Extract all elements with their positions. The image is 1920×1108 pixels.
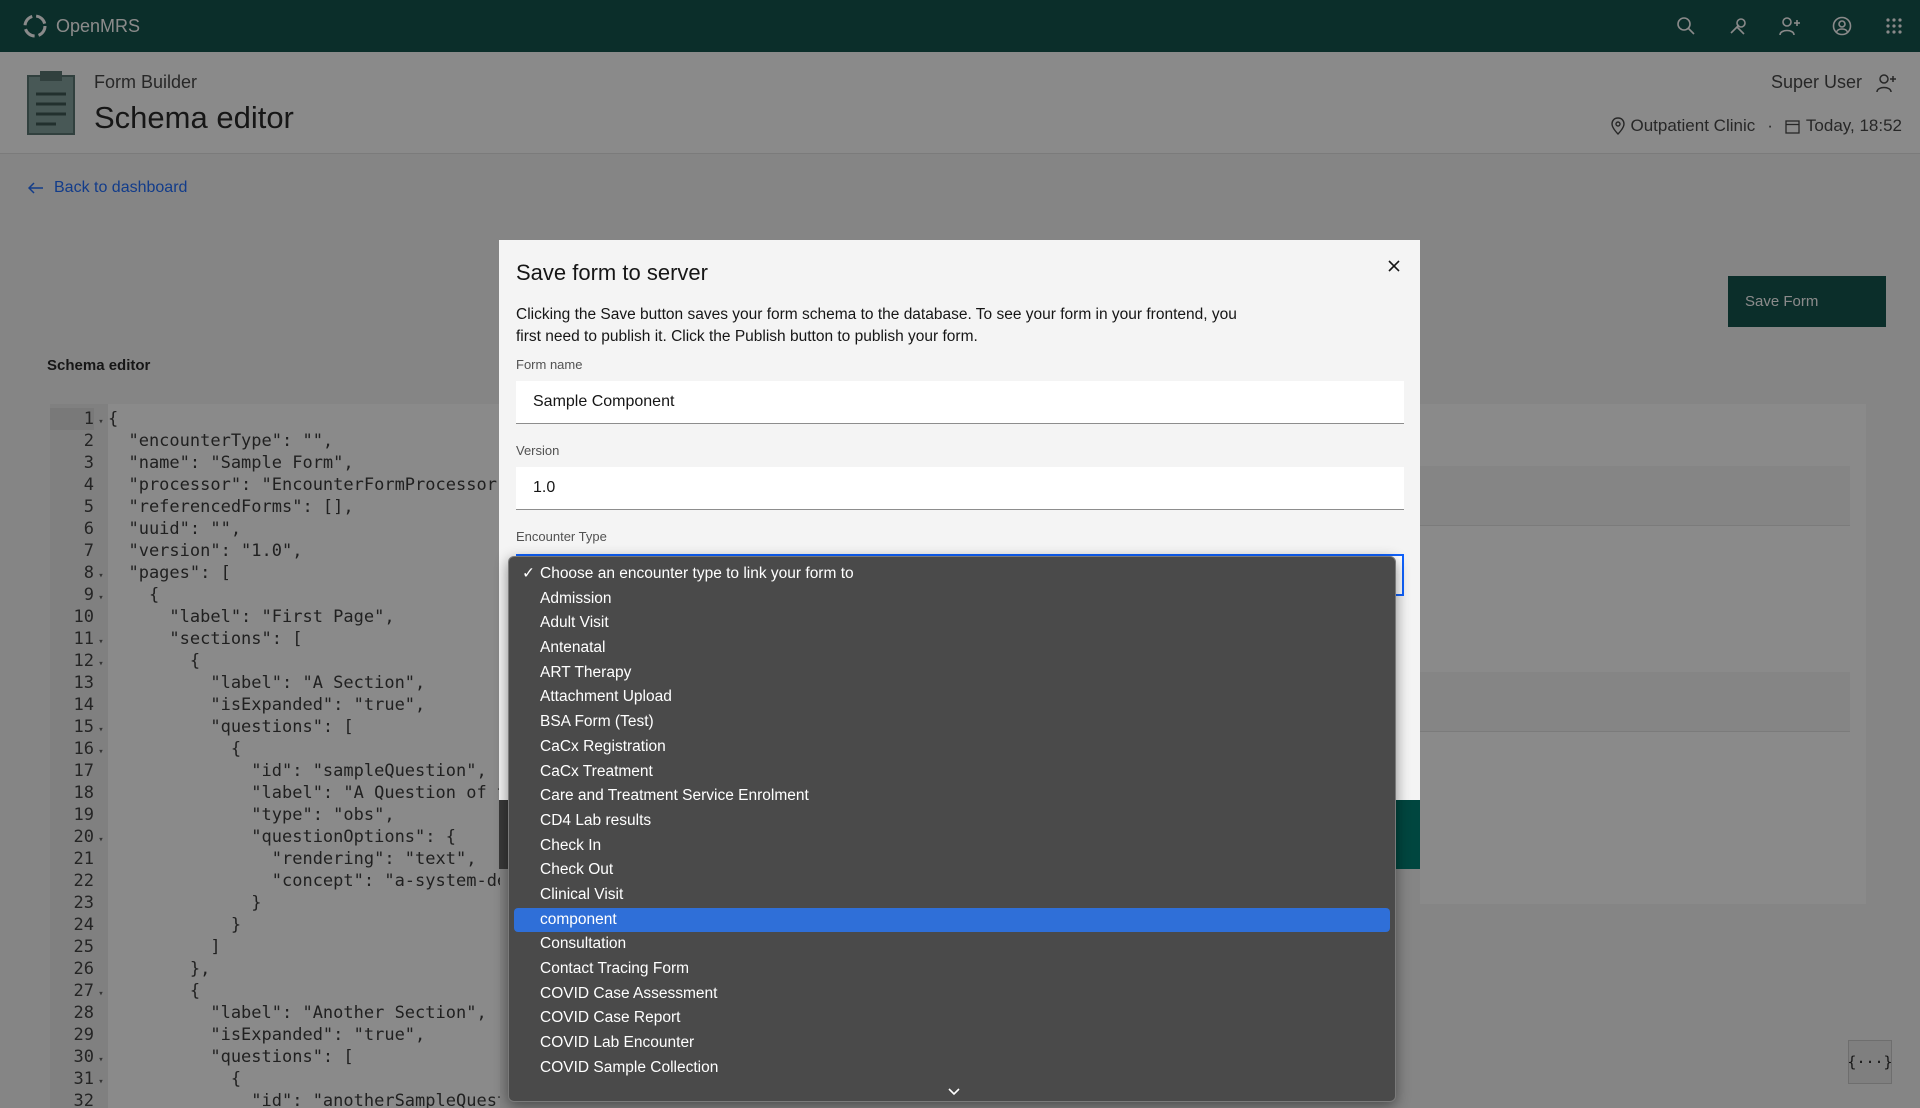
encounter-type-placeholder-option[interactable]: ✓ Choose an encounter type to link your f… xyxy=(514,562,1390,587)
encounter-type-option[interactable]: Care and Treatment Service Enrolment xyxy=(514,784,1390,809)
encounter-type-option[interactable]: Clinical Visit xyxy=(514,883,1390,908)
encounter-type-option[interactable]: Adult Visit xyxy=(514,611,1390,636)
encounter-type-dropdown-list[interactable]: ✓ Choose an encounter type to link your f… xyxy=(508,556,1396,1102)
form-name-label: Form name xyxy=(516,357,583,372)
encounter-type-option[interactable]: BSA Form (Test) xyxy=(514,710,1390,735)
placeholder-text: Choose an encounter type to link your fo… xyxy=(540,565,854,582)
encounter-type-option[interactable]: Contact Tracing Form xyxy=(514,957,1390,982)
encounter-type-option[interactable]: Attachment Upload xyxy=(514,685,1390,710)
encounter-type-option[interactable]: Check In xyxy=(514,834,1390,859)
encounter-type-option[interactable]: ART Therapy xyxy=(514,661,1390,686)
version-label: Version xyxy=(516,443,560,458)
encounter-type-option[interactable]: Admission xyxy=(514,587,1390,612)
encounter-type-label: Encounter Type xyxy=(516,529,607,544)
encounter-type-option[interactable]: Check Out xyxy=(514,858,1390,883)
encounter-type-option[interactable]: COVID Case Assessment xyxy=(514,982,1390,1007)
scroll-down-chevron-icon[interactable] xyxy=(945,1085,963,1099)
encounter-type-option[interactable]: CD4 Lab results xyxy=(514,809,1390,834)
encounter-type-option[interactable]: COVID Lab Encounter xyxy=(514,1031,1390,1056)
version-input[interactable] xyxy=(516,467,1404,510)
modal-description: Clicking the Save button saves your form… xyxy=(516,306,1237,345)
encounter-type-option[interactable]: COVID Case Report xyxy=(514,1006,1390,1031)
close-icon[interactable] xyxy=(1382,254,1406,278)
form-name-input[interactable] xyxy=(516,381,1404,424)
encounter-type-option[interactable]: COVID Sample Collection xyxy=(514,1056,1390,1081)
checkmark-icon: ✓ xyxy=(522,565,535,582)
modal-title: Save form to server xyxy=(516,260,708,285)
encounter-type-option[interactable]: Consultation xyxy=(514,932,1390,957)
encounter-type-option[interactable]: Antenatal xyxy=(514,636,1390,661)
encounter-type-option[interactable]: CaCx Registration xyxy=(514,735,1390,760)
encounter-type-option[interactable]: CaCx Treatment xyxy=(514,760,1390,785)
encounter-type-option[interactable]: component xyxy=(514,907,1390,933)
